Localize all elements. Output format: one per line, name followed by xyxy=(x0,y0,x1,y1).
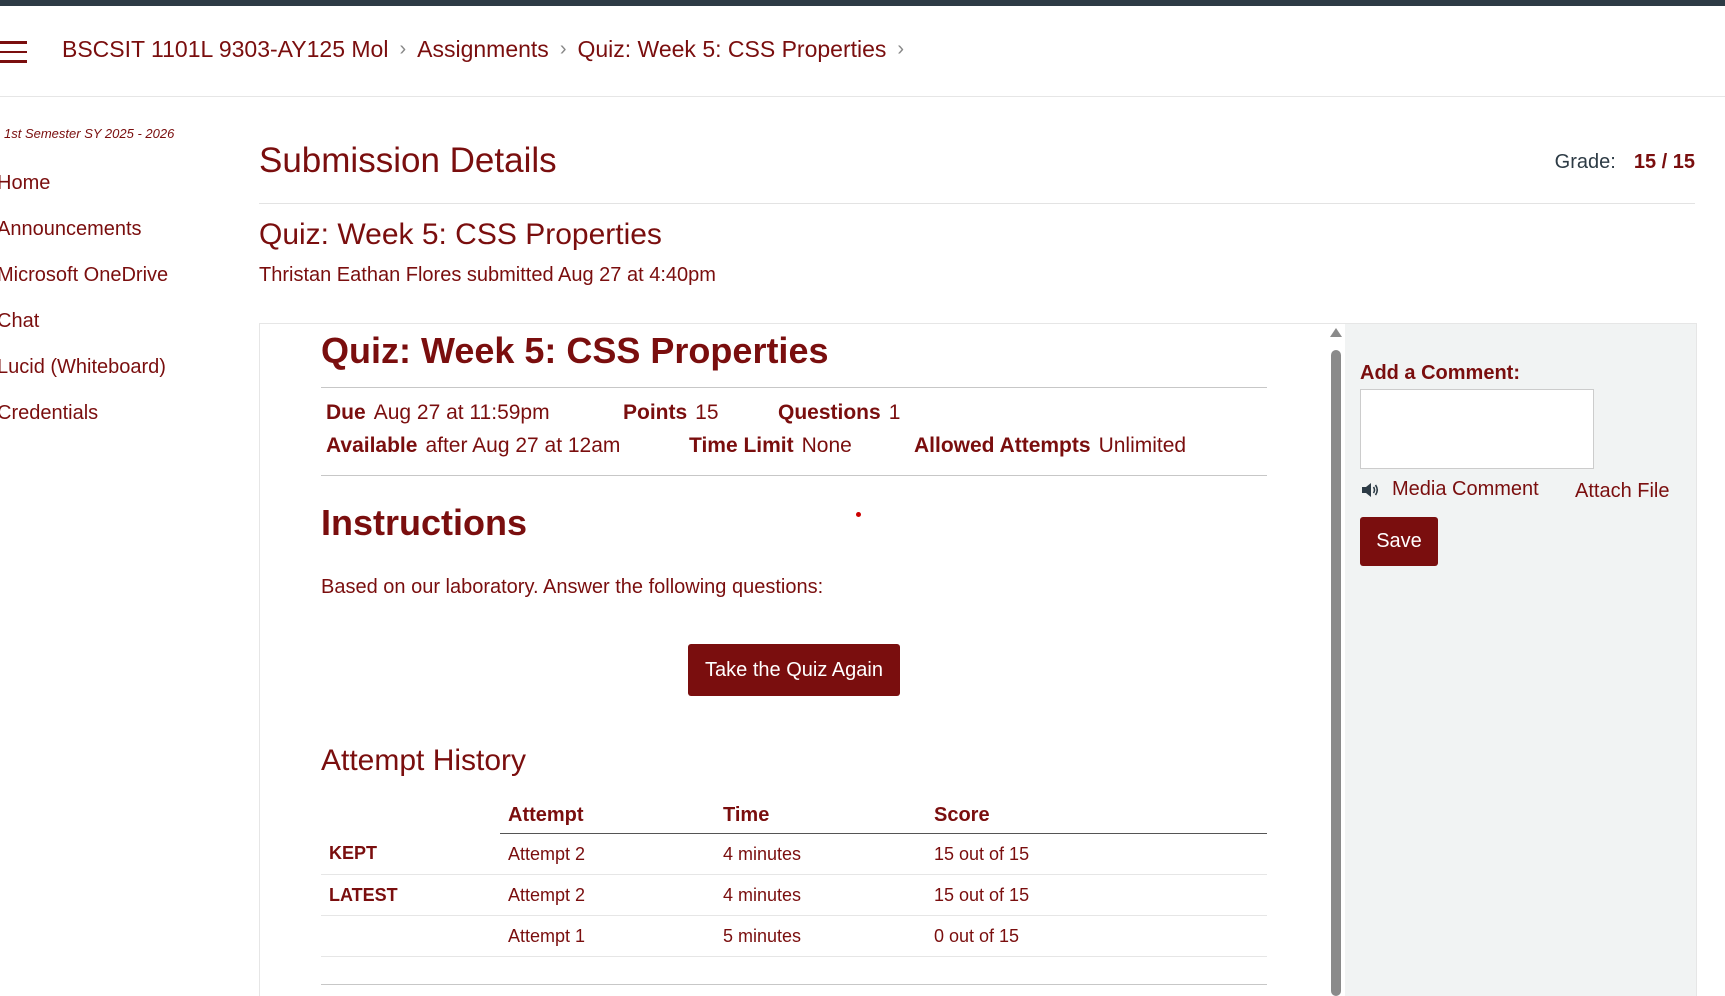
quiz-points: Points 15 xyxy=(623,401,719,425)
page-title: Submission Details xyxy=(259,141,557,180)
time-limit-label: Time Limit xyxy=(689,434,794,457)
quiz-heading: Quiz: Week 5: CSS Properties xyxy=(321,330,829,371)
due-value: Aug 27 at 11:59pm xyxy=(373,401,550,424)
column-header-time: Time xyxy=(715,800,926,834)
scrollbar[interactable] xyxy=(1330,328,1342,996)
comment-input[interactable] xyxy=(1360,389,1594,469)
save-button[interactable]: Save xyxy=(1360,517,1438,566)
row-label: LATEST xyxy=(321,874,500,916)
take-quiz-again-button[interactable]: Take the Quiz Again xyxy=(688,644,900,696)
sidebar-item-chat[interactable]: Chat xyxy=(0,310,39,333)
chevron-right-icon: › xyxy=(559,38,567,60)
sidebar-item-credentials[interactable]: Credentials xyxy=(0,402,98,425)
quiz-questions: Questions 1 xyxy=(778,401,900,425)
quiz-time-limit: Time Limit None xyxy=(689,434,852,458)
quiz-allowed-attempts: Allowed Attempts Unlimited xyxy=(914,434,1186,458)
comment-panel: Add a Comment: Media Comment Attach File… xyxy=(1345,324,1696,996)
due-label: Due xyxy=(326,401,366,424)
allowed-attempts-label: Allowed Attempts xyxy=(914,434,1091,457)
divider xyxy=(259,203,1695,204)
grade-label: Grade: xyxy=(1554,151,1616,173)
attempt-link[interactable]: Attempt 2 xyxy=(500,874,715,916)
quiz-due: Due Aug 27 at 11:59pm xyxy=(326,401,550,425)
table-row: LATEST Attempt 2 4 minutes 15 out of 15 xyxy=(321,874,1267,916)
attempt-history-table: Attempt Time Score KEPT Attempt 2 4 minu… xyxy=(321,800,1267,957)
column-header-score: Score xyxy=(926,800,1267,834)
media-comment-label: Media Comment xyxy=(1392,478,1539,500)
scroll-up-arrow-icon[interactable] xyxy=(1330,328,1342,337)
column-header-label xyxy=(321,800,500,834)
time-limit-value: None xyxy=(801,434,852,457)
available-label: Available xyxy=(326,434,418,457)
sidebar-item-microsoft-onedrive[interactable]: Microsoft OneDrive xyxy=(0,264,168,287)
breadcrumb-assignments[interactable]: Assignments xyxy=(417,36,549,63)
divider xyxy=(321,984,1267,985)
points-value: 15 xyxy=(695,401,719,424)
attempt-history-heading: Attempt History xyxy=(321,744,527,777)
table-header-row: Attempt Time Score xyxy=(321,800,1267,834)
breadcrumb: BSCSIT 1101L 9303-AY125 Mol › Assignment… xyxy=(62,36,915,63)
attempt-link[interactable]: Attempt 1 xyxy=(500,915,715,957)
breadcrumb-quiz[interactable]: Quiz: Week 5: CSS Properties xyxy=(577,36,886,63)
divider xyxy=(321,387,1267,388)
column-header-attempt: Attempt xyxy=(500,800,715,834)
quiz-preview: Quiz: Week 5: CSS Properties Due Aug 27 a… xyxy=(260,324,1344,996)
points-label: Points xyxy=(623,401,688,424)
header: BSCSIT 1101L 9303-AY125 Mol › Assignment… xyxy=(0,6,1725,97)
quiz-title-link[interactable]: Quiz: Week 5: CSS Properties xyxy=(259,218,662,252)
attempt-time: 5 minutes xyxy=(715,915,926,957)
questions-value: 1 xyxy=(888,401,901,424)
table-row: Attempt 1 5 minutes 0 out of 15 xyxy=(321,915,1267,957)
grade-display: Grade: 15 / 15 xyxy=(1555,151,1695,174)
table-row: KEPT Attempt 2 4 minutes 15 out of 15 xyxy=(321,833,1267,875)
attempt-time: 4 minutes xyxy=(715,874,926,916)
divider xyxy=(321,475,1267,476)
chevron-right-icon: › xyxy=(399,38,407,60)
attempt-time: 4 minutes xyxy=(715,833,926,875)
submission-frame: Quiz: Week 5: CSS Properties Due Aug 27 a… xyxy=(259,323,1697,996)
instructions-text: Based on our laboratory. Answer the foll… xyxy=(321,576,824,598)
media-comment-link[interactable]: Media Comment xyxy=(1360,478,1539,501)
attempt-score: 0 out of 15 xyxy=(926,915,1267,957)
add-comment-label: Add a Comment: xyxy=(1360,362,1520,384)
grade-value: 15 / 15 xyxy=(1633,151,1695,173)
row-label xyxy=(321,915,500,957)
scrollbar-thumb[interactable] xyxy=(1331,350,1341,996)
sidebar-item-home[interactable]: Home xyxy=(0,172,50,195)
quiz-available: Available after Aug 27 at 12am xyxy=(326,434,620,458)
submission-info: Thristan Eathan Flores submitted Aug 27 … xyxy=(259,264,716,286)
chevron-right-icon: › xyxy=(897,38,905,60)
attach-file-link[interactable]: Attach File xyxy=(1575,480,1669,503)
term-label: 1st Semester SY 2025 - 2026 xyxy=(4,126,175,141)
speaker-icon xyxy=(1362,482,1379,497)
available-value: after Aug 27 at 12am xyxy=(425,434,621,457)
allowed-attempts-value: Unlimited xyxy=(1098,434,1187,457)
hamburger-menu-icon[interactable] xyxy=(0,41,28,65)
questions-label: Questions xyxy=(778,401,881,424)
sidebar-item-announcements[interactable]: Announcements xyxy=(0,218,142,241)
red-dot xyxy=(856,512,861,517)
breadcrumb-course[interactable]: BSCSIT 1101L 9303-AY125 Mol xyxy=(62,36,388,63)
attempt-score: 15 out of 15 xyxy=(926,874,1267,916)
instructions-heading: Instructions xyxy=(321,502,528,543)
attempt-link[interactable]: Attempt 2 xyxy=(500,833,715,875)
attempt-score: 15 out of 15 xyxy=(926,833,1267,875)
row-label: KEPT xyxy=(321,833,500,875)
sidebar-item-lucid-whiteboard[interactable]: Lucid (Whiteboard) xyxy=(0,356,166,379)
